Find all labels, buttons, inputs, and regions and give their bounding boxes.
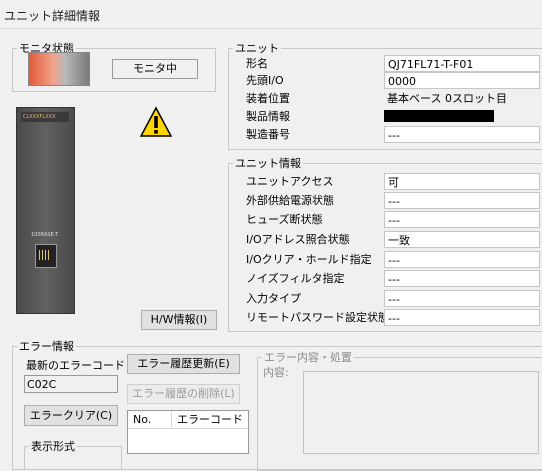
fuse-status-value: --- xyxy=(384,211,540,228)
io-clear-hold-value: --- xyxy=(384,251,540,268)
unit-info-label: 外部供給電源状態 xyxy=(246,194,334,207)
unit-row-label: 先頭I/O xyxy=(246,74,284,87)
unit-legend: ユニット xyxy=(235,42,279,55)
unit-row-label: 装着位置 xyxy=(246,92,290,105)
monitor-status-text: モニタ中 xyxy=(112,59,198,79)
error-detail-legend: エラー内容・処置 xyxy=(264,351,352,364)
io-address-check-value: 一致 xyxy=(384,231,540,248)
title-bar: ユニット詳細情報 xyxy=(0,0,542,29)
slot-position-value: 基本ベース 0スロット目 xyxy=(384,90,540,107)
module-port-label: 100BASE-T xyxy=(31,232,59,238)
module-image: CLXXXFLXXX 100BASE-T xyxy=(16,107,75,314)
unit-info-label: I/Oアドレス照合状態 xyxy=(246,233,350,246)
remote-password-value: --- xyxy=(384,309,540,326)
module-brand-label: CLXXXFLXXX xyxy=(21,112,69,122)
start-io-value: 0000 xyxy=(384,72,540,89)
unit-row-label: 形名 xyxy=(246,57,268,70)
content-label: 内容: xyxy=(263,366,289,379)
error-info-legend: エラー情報 xyxy=(19,340,74,353)
monitor-animation-icon xyxy=(28,52,90,86)
error-content-box xyxy=(303,371,539,454)
window-title: ユニット詳細情報 xyxy=(4,9,101,23)
unit-row-label: 製造番号 xyxy=(246,128,290,141)
unit-access-value: 可 xyxy=(384,173,540,190)
unit-info-label: I/Oクリア・ホールド指定 xyxy=(246,253,372,266)
latest-error-code-label: 最新のエラーコード xyxy=(26,359,125,372)
history-column-no[interactable]: No. xyxy=(128,411,172,429)
error-clear-button[interactable]: エラークリア(C) xyxy=(24,405,118,426)
input-type-value: --- xyxy=(384,290,540,307)
history-column-error-code[interactable]: エラーコード xyxy=(172,411,250,429)
unit-info-label: ヒューズ断状態 xyxy=(246,213,323,226)
hw-info-button[interactable]: H/W情報(I) xyxy=(141,310,217,330)
serial-number-value: --- xyxy=(384,126,540,143)
model-value: QJ71FL71-T-F01 xyxy=(384,55,540,72)
port-pins xyxy=(39,250,51,260)
product-info-redacted xyxy=(384,110,494,122)
error-history-delete-button[interactable]: エラー履歴の削除(L) xyxy=(127,384,240,404)
warning-icon xyxy=(139,106,173,137)
noise-filter-value: --- xyxy=(384,270,540,287)
unit-info-label: ユニットアクセス xyxy=(246,175,334,188)
external-power-value: --- xyxy=(384,192,540,209)
unit-row-label: 製品情報 xyxy=(246,110,290,123)
latest-error-code-value: C02C xyxy=(24,375,118,393)
error-history-list[interactable]: No. エラーコード xyxy=(127,410,250,454)
unit-info-label: ノイズフィルタ指定 xyxy=(246,272,345,285)
error-history-update-button[interactable]: エラー履歴更新(E) xyxy=(127,354,240,374)
display-format-legend: 表示形式 xyxy=(31,440,75,453)
unit-info-label: リモートパスワード設定状態 xyxy=(246,311,389,324)
unit-info-legend: ユニット情報 xyxy=(235,157,301,170)
unit-info-label: 入力タイプ xyxy=(246,292,301,305)
display-format-group: 表示形式 xyxy=(24,438,122,470)
